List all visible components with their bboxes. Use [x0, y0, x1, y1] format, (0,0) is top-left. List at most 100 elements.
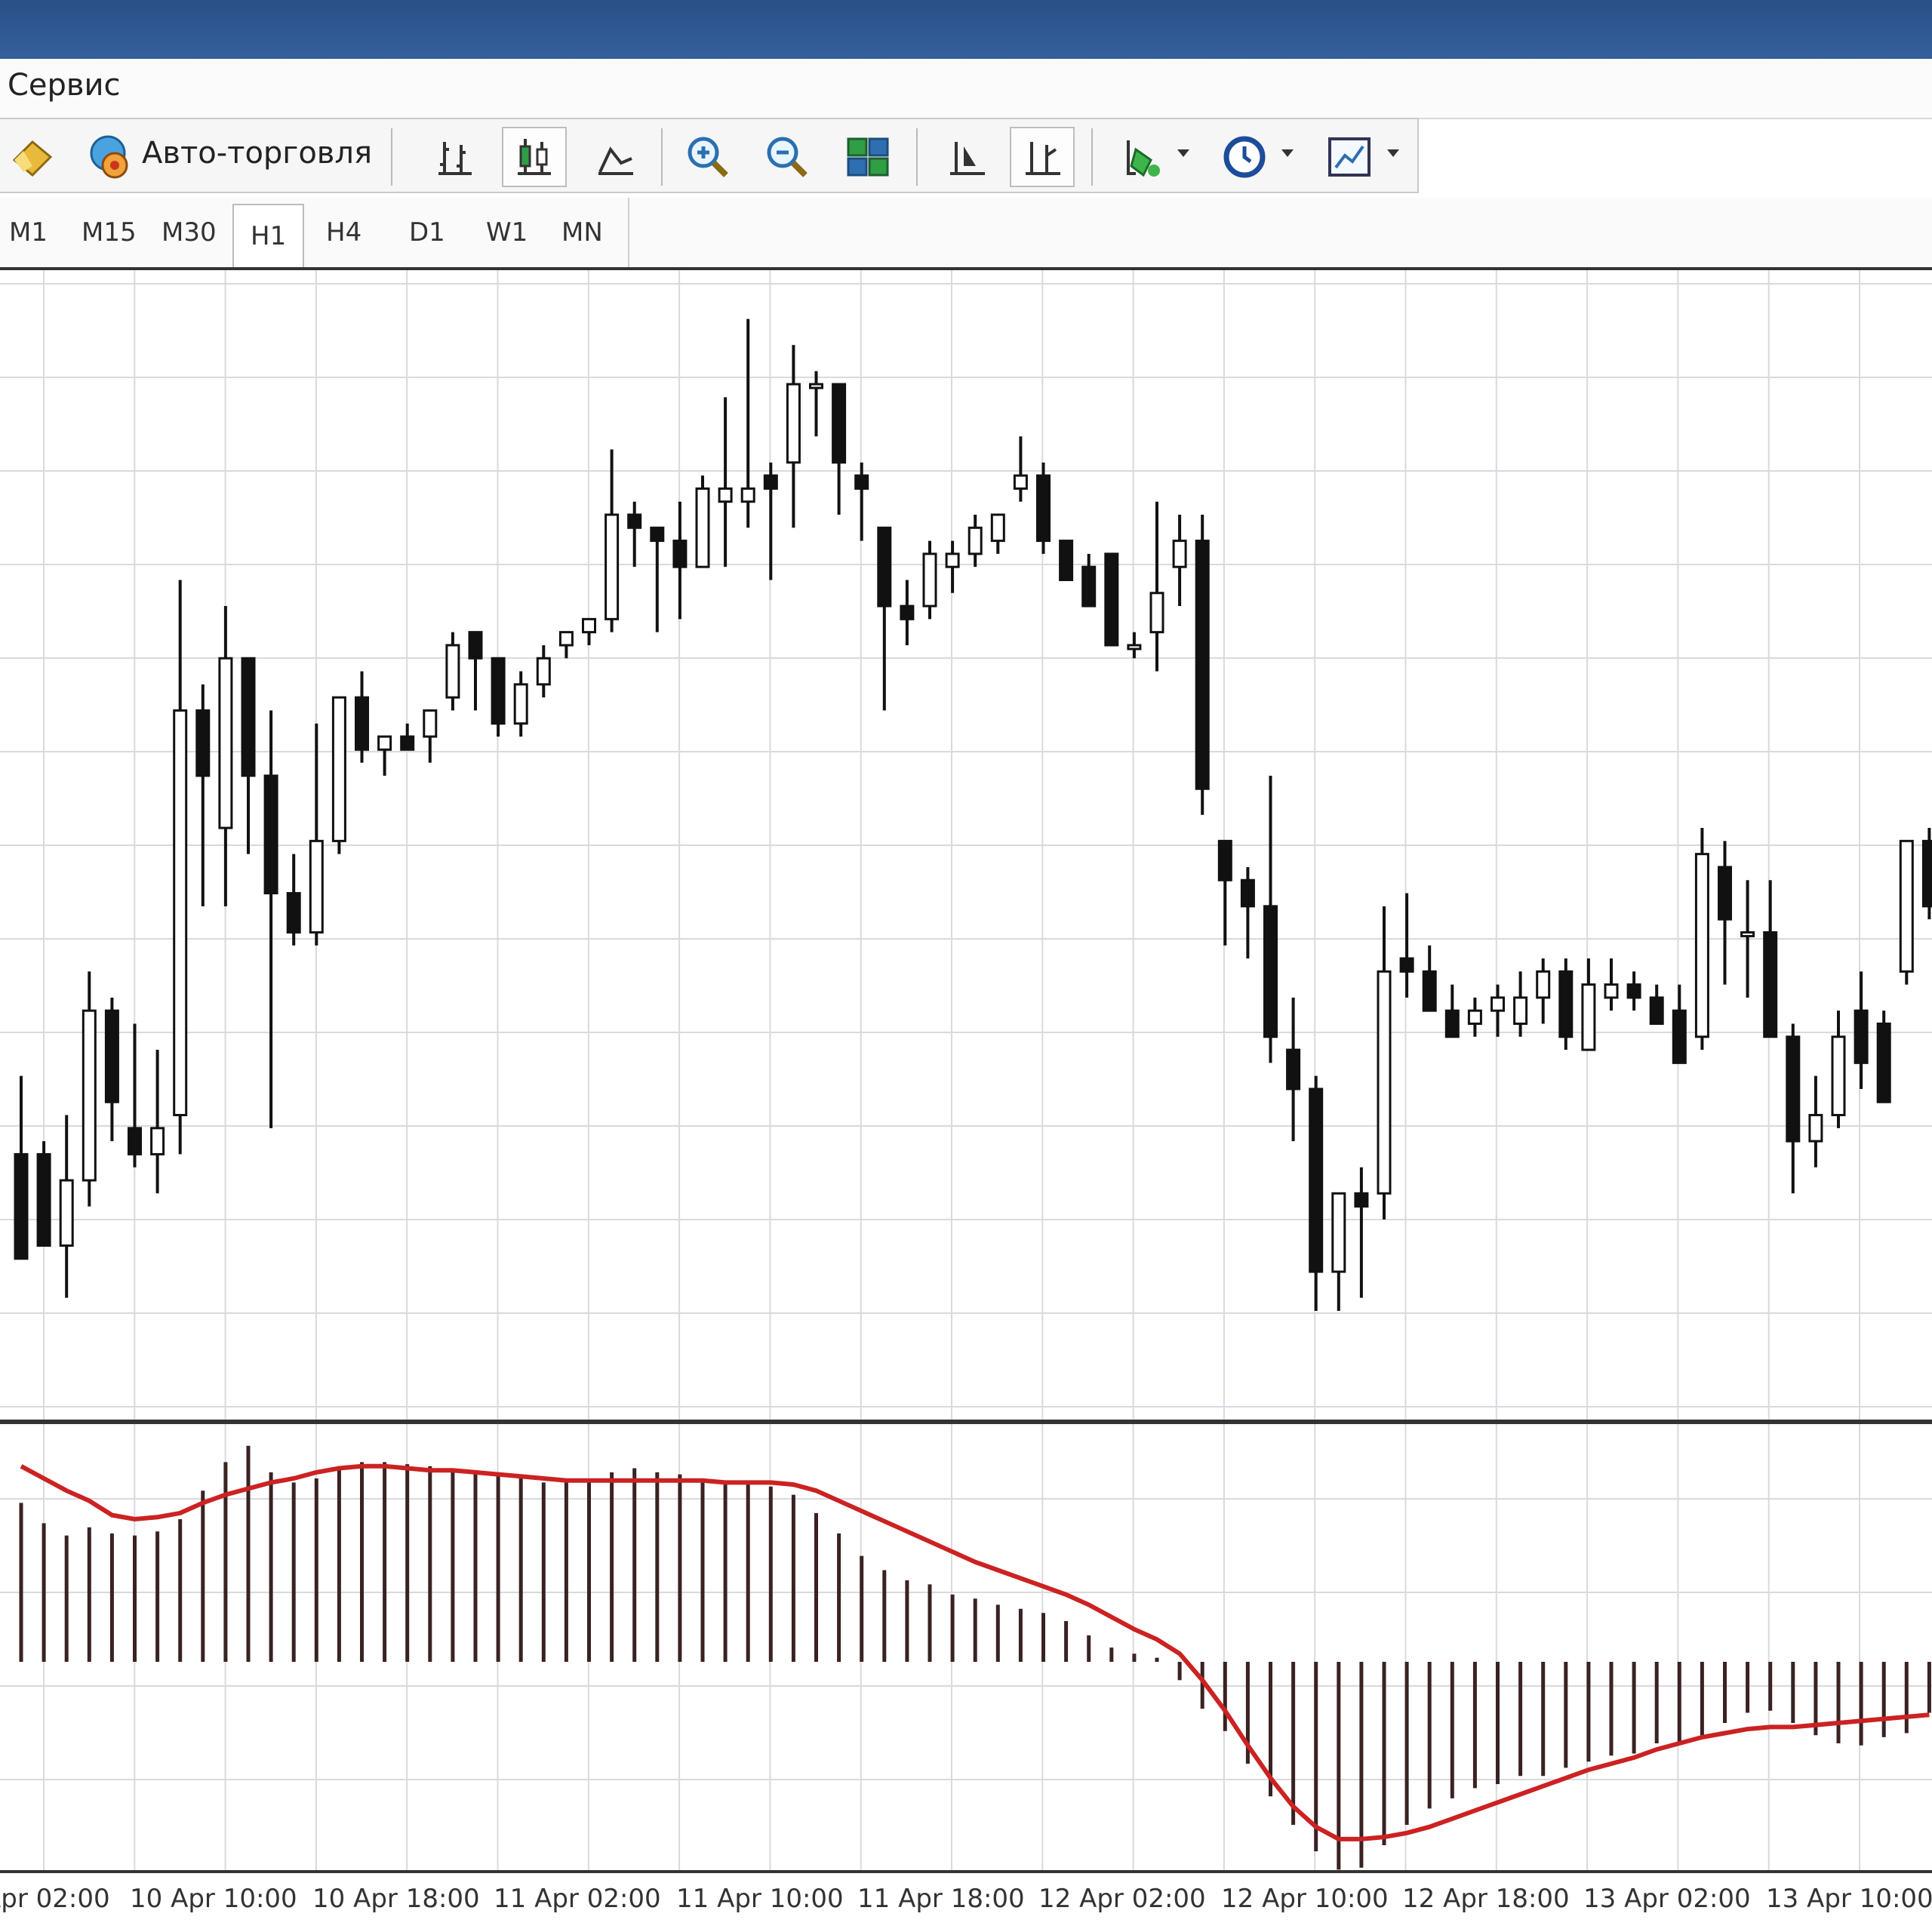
autotrade-label[interactable]: Авто-торговля [142, 136, 372, 171]
candle-bearish [1672, 1009, 1687, 1064]
candle-bullish [1604, 983, 1619, 999]
candle-bearish [1718, 866, 1732, 921]
templates-icon[interactable] [1317, 127, 1382, 187]
candle-bearish [1036, 474, 1051, 543]
title-bar [0, 0, 1932, 59]
candle-bullish [1899, 839, 1914, 973]
candle-bullish [218, 657, 233, 829]
timeframe-w1[interactable]: W1 [486, 217, 528, 248]
candle-bullish [1149, 592, 1164, 634]
candle-bearish [672, 540, 688, 568]
candle-bullish [1491, 996, 1505, 1012]
periods-icon[interactable] [1212, 127, 1277, 187]
time-label: 12 Apr 18:00 [1402, 1884, 1570, 1914]
candle-bullish [558, 631, 574, 647]
chart-grid [0, 270, 1932, 1872]
candle-bullish [1377, 970, 1392, 1195]
chart-area[interactable] [0, 270, 1932, 1932]
autoscroll-icon[interactable] [1010, 127, 1075, 187]
candle-bearish [1422, 970, 1437, 1012]
candle-bearish [355, 696, 369, 751]
indicators-icon[interactable] [1109, 127, 1174, 187]
timeframe-mn[interactable]: MN [561, 217, 603, 248]
toolbar-separator [661, 128, 663, 186]
candle-bearish [1399, 957, 1414, 973]
macd-histogram [19, 1445, 1931, 1870]
toolbar-separator [391, 128, 392, 186]
timeframe-m15[interactable]: M15 [82, 217, 137, 248]
candle-bullish [945, 552, 960, 568]
candle-bearish [400, 735, 415, 751]
candle-bullish [740, 487, 755, 503]
zoom-out-icon[interactable] [755, 127, 820, 187]
time-label: 10 Apr 18:00 [312, 1884, 480, 1914]
candle-bearish [650, 526, 665, 543]
templates-dropdown-arrow[interactable] [1387, 149, 1399, 157]
candle-bearish [1921, 839, 1932, 908]
candle-bullish [445, 644, 460, 699]
candle-bearish [491, 657, 506, 725]
candle-bearish [1763, 931, 1778, 1038]
candle-bullish [331, 696, 346, 842]
line-chart-icon[interactable] [583, 127, 648, 187]
time-label: 11 Apr 18:00 [857, 1884, 1025, 1914]
candle-bullish [786, 383, 801, 464]
candle-bullish [59, 1179, 74, 1247]
candle-bearish [832, 383, 847, 464]
candle-bullish [968, 526, 983, 555]
candlestick-icon[interactable] [502, 127, 567, 187]
candle-bearish [195, 709, 211, 777]
candle-bullish [82, 1009, 97, 1182]
candle-bearish [468, 631, 483, 660]
pencil-icon[interactable] [0, 127, 65, 187]
indicators-dropdown-arrow[interactable] [1177, 149, 1189, 157]
candle-bearish [1240, 878, 1255, 908]
candle-bearish [263, 774, 278, 895]
time-label: Apr 02:00 [0, 1884, 110, 1914]
candle-bullish [1467, 1009, 1482, 1025]
timeframe-d1[interactable]: D1 [409, 217, 445, 248]
candle-bullish [1513, 996, 1528, 1025]
timeframe-m1[interactable]: M1 [9, 217, 48, 248]
candle-bullish [809, 383, 823, 389]
candle-bearish [104, 1009, 119, 1103]
candle-bearish [854, 474, 869, 490]
time-label: 12 Apr 02:00 [1038, 1884, 1206, 1914]
candle-bullish [1536, 970, 1551, 999]
candle-bearish [900, 605, 915, 620]
candle-bearish [1217, 839, 1232, 881]
candle-bullish [1740, 931, 1755, 937]
candle-bullish [922, 552, 937, 608]
timeframe-h1[interactable]: H1 [232, 204, 305, 267]
timeframe-m30[interactable]: M30 [162, 217, 217, 248]
candle-bearish [1649, 996, 1664, 1025]
candle-bullish [1013, 474, 1028, 490]
toolbar-separator [916, 128, 918, 186]
time-label: 11 Apr 02:00 [494, 1884, 661, 1914]
candle-bearish [1309, 1088, 1324, 1273]
timeframe-h4[interactable]: H4 [326, 217, 361, 248]
zoom-in-icon[interactable] [675, 127, 740, 187]
candle-bullish [695, 487, 710, 568]
tile-windows-icon[interactable] [835, 127, 900, 187]
timeframe-bar: M1 M15 M30 H1 H4 D1 W1 MN [0, 198, 1932, 270]
chart-shift-icon[interactable] [934, 127, 999, 187]
candle-bearish [1854, 1009, 1869, 1064]
bar-chart-icon[interactable] [423, 127, 488, 187]
candle-bullish [536, 657, 551, 686]
candle-bullish [1172, 540, 1187, 568]
periods-dropdown-arrow[interactable] [1281, 149, 1294, 157]
candle-bearish [1286, 1048, 1301, 1091]
time-label: 11 Apr 10:00 [676, 1884, 844, 1914]
candle-bearish [1081, 565, 1097, 608]
candle-bullish [605, 513, 620, 620]
candle-bullish [1331, 1192, 1346, 1273]
candle-bearish [877, 526, 892, 608]
candle-bullish [1581, 983, 1596, 1051]
candle-bullish [150, 1127, 165, 1155]
candle-bearish [1354, 1192, 1369, 1208]
menu-item-service[interactable]: Сервис [8, 68, 121, 103]
candle-bearish [1059, 540, 1074, 581]
candle-bearish [1876, 1022, 1891, 1103]
autotrade-icon[interactable] [75, 127, 140, 187]
